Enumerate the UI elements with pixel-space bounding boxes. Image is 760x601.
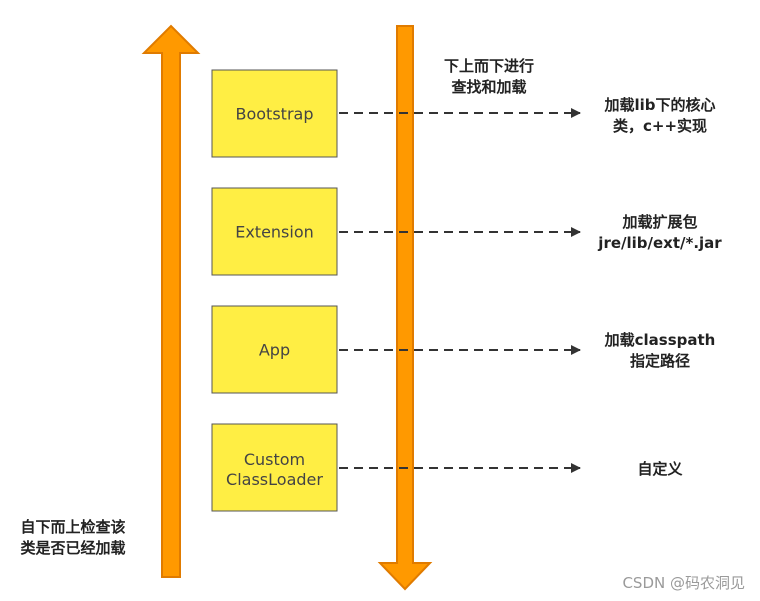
note-bootstrap-line1: 加载lib下的核心 — [603, 96, 715, 114]
right-arrow-label-line1: 下上而下进行 — [444, 57, 534, 75]
note-bootstrap-line2: 类，c++实现 — [613, 117, 707, 135]
left-arrow-label-line2: 类是否已经加载 — [20, 539, 125, 557]
note-extension-line1: 加载扩展包 — [621, 213, 697, 231]
note-custom-line1: 自定义 — [637, 460, 682, 478]
loader-box-custom: Custom ClassLoader — [211, 423, 338, 512]
classloader-diagram: Bootstrap Extension App Custom ClassLoad… — [20, 24, 745, 592]
left-arrow-label-line1: 自下而上检查该 — [20, 518, 125, 536]
watermark: CSDN @码农洞见 — [622, 574, 745, 592]
loader-box-extension: Extension — [211, 187, 338, 276]
loader-name: Extension — [235, 223, 314, 242]
loader-name: Bootstrap — [236, 105, 314, 124]
loader-name-line2: ClassLoader — [226, 470, 323, 489]
note-extension-line2: jre/lib/ext/*.jar — [597, 234, 722, 252]
left-up-arrow — [141, 24, 201, 578]
loader-name: App — [259, 341, 290, 360]
loader-box-app: App — [211, 305, 338, 394]
note-app-line2: 指定路径 — [630, 352, 690, 370]
loader-box-bootstrap: Bootstrap — [211, 69, 338, 158]
note-app-line1: 加载classpath — [604, 331, 716, 349]
right-arrow-label-line2: 查找和加载 — [451, 78, 526, 96]
loader-name-line1: Custom — [244, 450, 305, 469]
right-down-arrow — [377, 25, 433, 591]
